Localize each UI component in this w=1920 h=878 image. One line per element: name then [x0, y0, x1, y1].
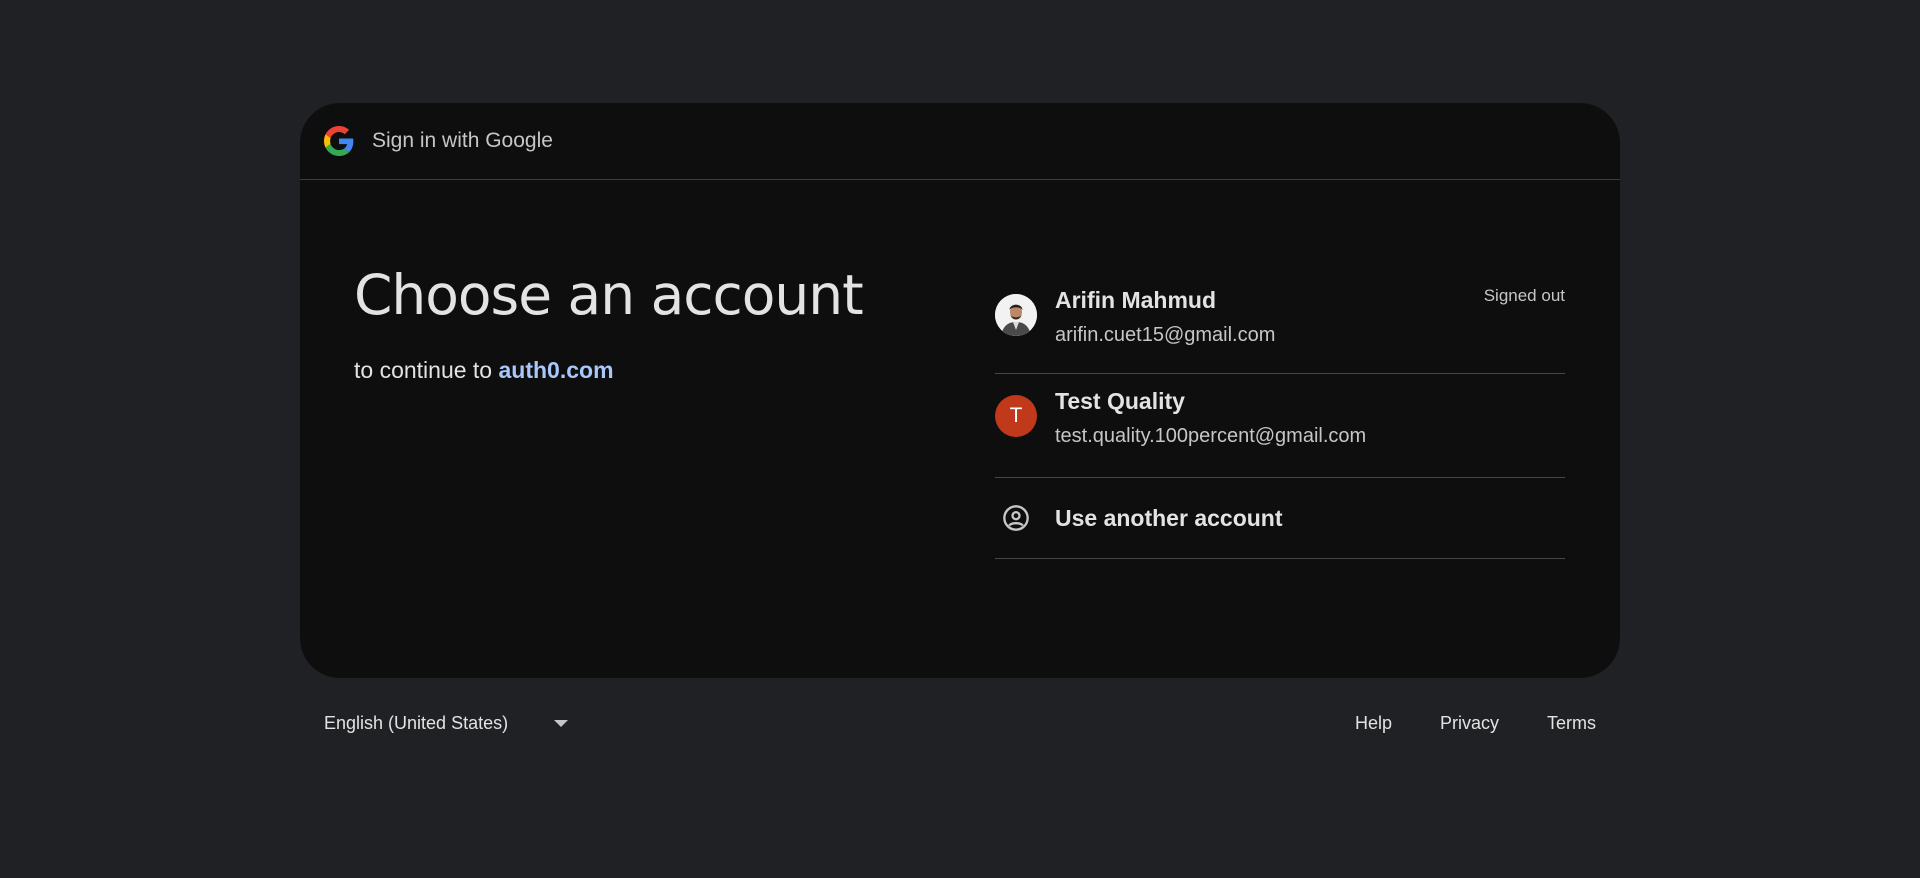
subtitle: to continue to auth0.com	[354, 357, 863, 384]
google-g-icon	[324, 126, 354, 156]
app-link[interactable]: auth0.com	[499, 357, 614, 383]
caret-down-icon	[554, 720, 569, 727]
account-text: Test Quality test.quality.100percent@gma…	[1055, 388, 1366, 448]
footer-links: Help Privacy Terms	[1307, 713, 1596, 734]
use-another-account-button[interactable]: Use another account	[995, 478, 1565, 559]
terms-link[interactable]: Terms	[1547, 713, 1596, 734]
privacy-link[interactable]: Privacy	[1440, 713, 1499, 734]
account-email: arifin.cuet15@gmail.com	[1055, 324, 1276, 346]
account-item-test-quality[interactable]: T Test Quality test.quality.100percent@g…	[995, 374, 1565, 478]
left-column: Choose an account to continue to auth0.c…	[354, 263, 864, 384]
language-select[interactable]: English (United States)	[324, 713, 569, 734]
account-text: Arifin Mahmud arifin.cuet15@gmail.com	[1055, 287, 1275, 347]
account-circle-icon	[995, 497, 1037, 539]
subtitle-prefix: to continue to	[354, 357, 493, 383]
language-label: English (United States)	[324, 713, 509, 733]
account-name: Test Quality	[1055, 388, 1185, 414]
account-item-arifin[interactable]: Arifin Mahmud arifin.cuet15@gmail.com Si…	[995, 270, 1565, 374]
footer: English (United States) Help Privacy Ter…	[324, 713, 1596, 734]
signed-out-status: Signed out	[1483, 286, 1565, 305]
account-list: Arifin Mahmud arifin.cuet15@gmail.com Si…	[995, 270, 1565, 559]
avatar: T	[995, 395, 1037, 437]
use-another-account-label: Use another account	[1055, 504, 1283, 531]
card-header: Sign in with Google	[300, 103, 1620, 180]
help-link[interactable]: Help	[1355, 713, 1392, 734]
account-email: test.quality.100percent@gmail.com	[1055, 425, 1367, 447]
avatar	[995, 294, 1037, 336]
sign-in-card: Sign in with Google Choose an account to…	[300, 103, 1620, 678]
page-title: Choose an account	[354, 263, 864, 327]
account-name: Arifin Mahmud	[1055, 287, 1216, 313]
header-title: Sign in with Google	[372, 129, 553, 152]
